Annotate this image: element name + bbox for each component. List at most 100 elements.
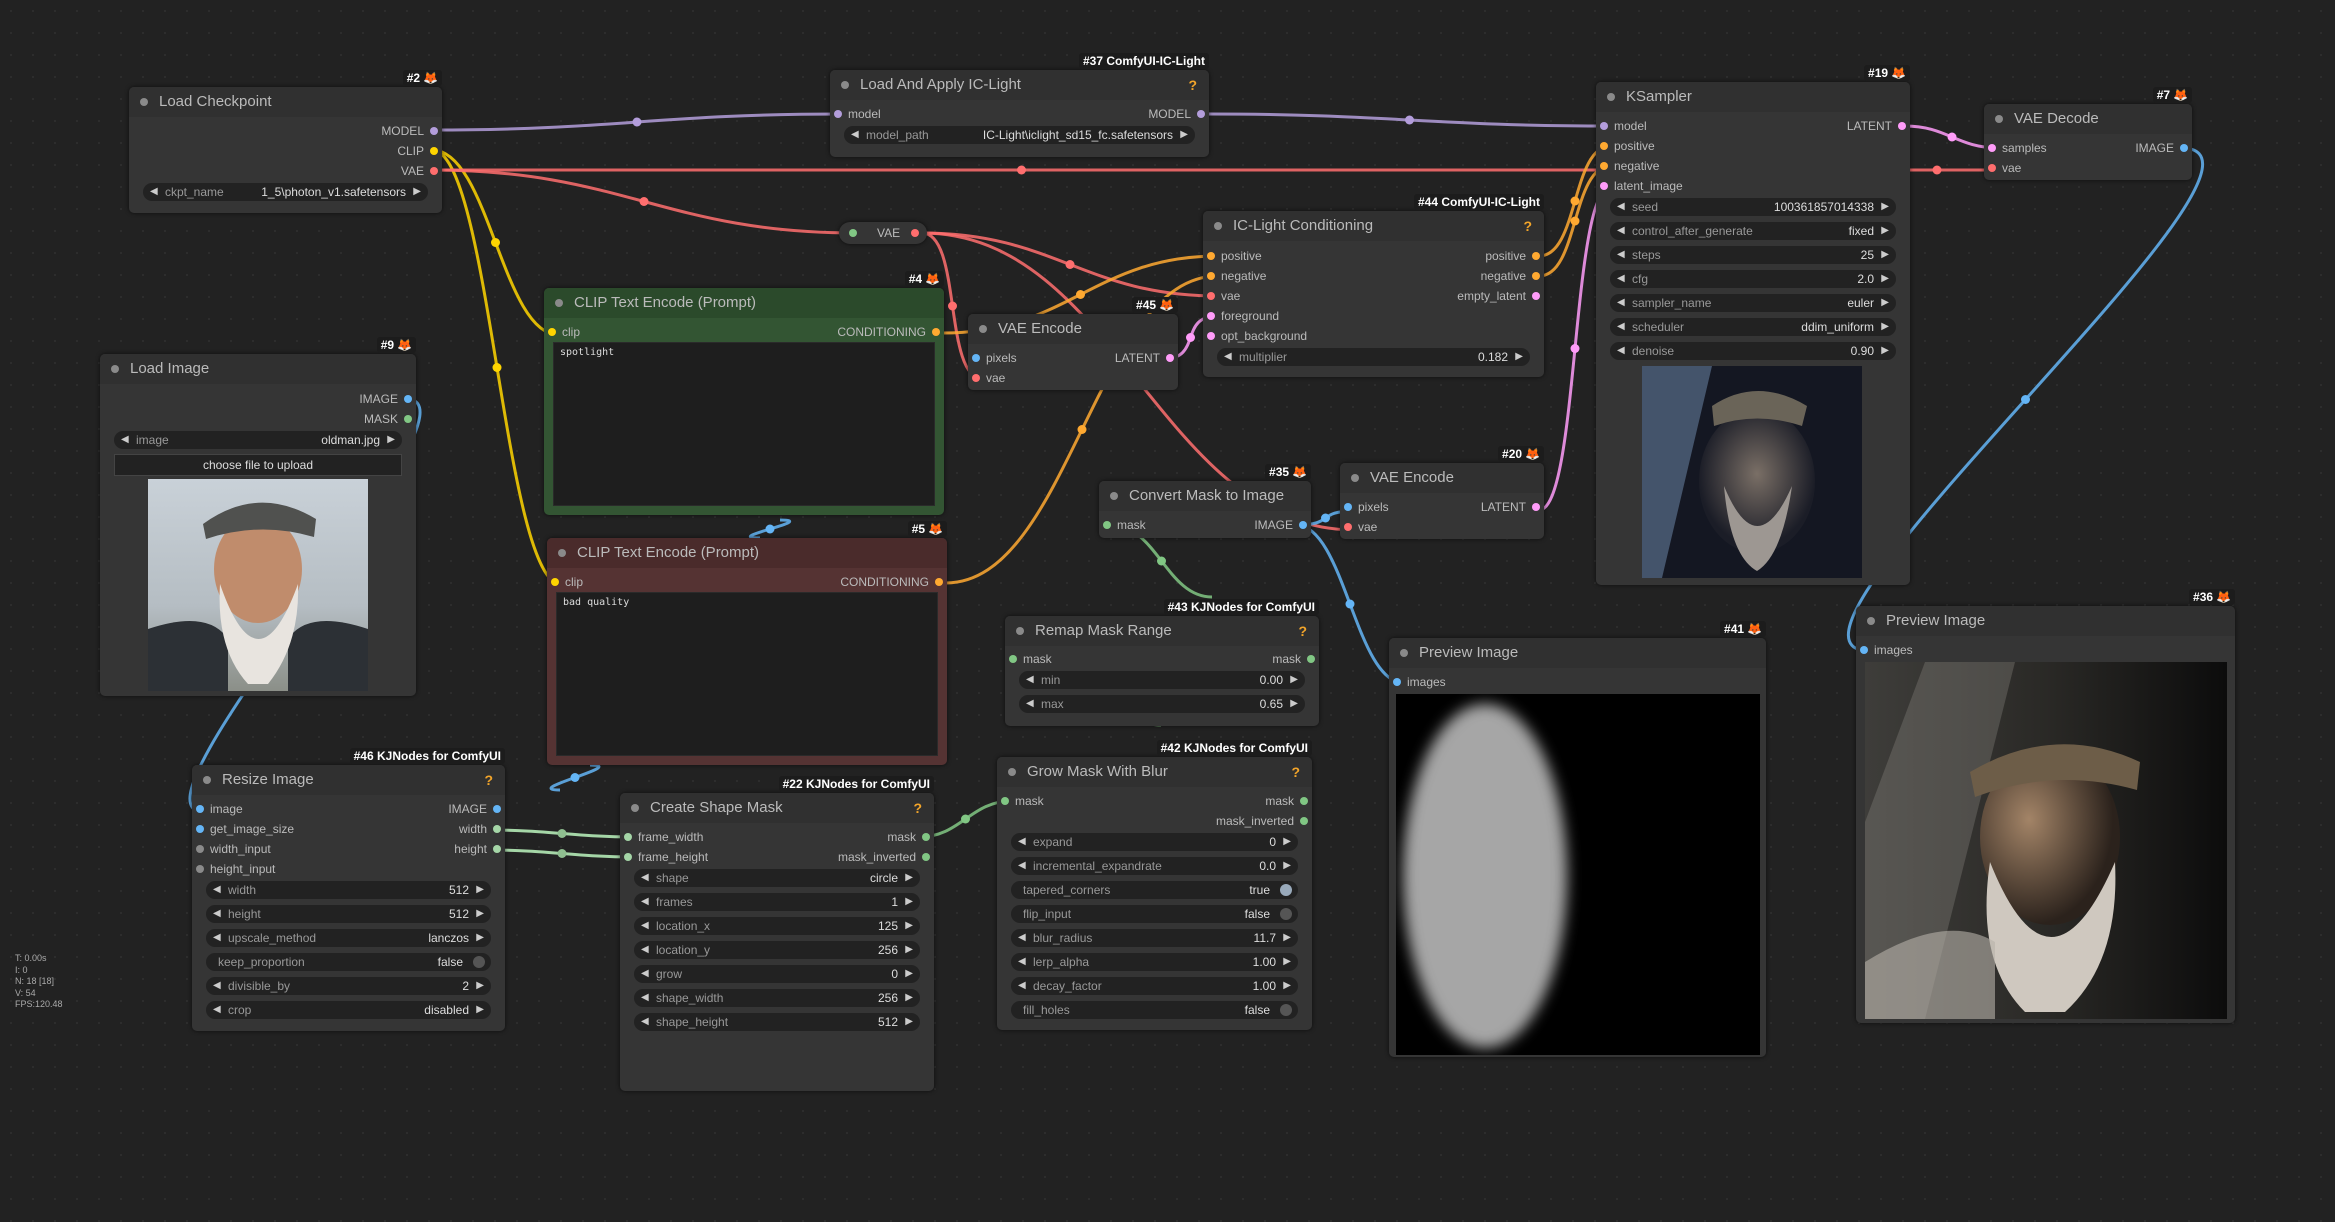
wire-midpoint[interactable]	[1076, 290, 1085, 299]
decay-factor-widget[interactable]: ◀ decay_factor 1.00 ▶	[1011, 977, 1298, 995]
node-title[interactable]: Convert Mask to Image	[1099, 481, 1311, 511]
arrow-right-icon[interactable]: ▶	[905, 1013, 913, 1031]
output-height[interactable]: height	[454, 842, 501, 856]
slot-dot[interactable]	[1207, 292, 1215, 300]
arrow-left-icon[interactable]: ◀	[213, 905, 221, 923]
wire-midpoint[interactable]	[1405, 115, 1414, 125]
input-width-input[interactable]: width_input	[196, 842, 271, 856]
toggle-knob[interactable]	[473, 956, 485, 968]
arrow-right-icon[interactable]: ▶	[905, 869, 913, 887]
slot-dot[interactable]	[1988, 144, 1996, 152]
slot-dot[interactable]	[972, 374, 980, 382]
scheduler-widget[interactable]: ◀ scheduler ddim_uniform ▶	[1610, 318, 1896, 336]
arrow-right-icon[interactable]: ▶	[905, 893, 913, 911]
load-image-node[interactable]: #9 🦊 Load Image IMAGE MASK ◀ image oldman.j…	[100, 337, 416, 696]
output-empty-latent[interactable]: empty_latent	[1457, 289, 1540, 303]
input-frame-width[interactable]: frame_width	[624, 830, 703, 844]
arrow-right-icon[interactable]: ▶	[1283, 857, 1291, 875]
output-image[interactable]: IMAGE	[448, 802, 501, 816]
arrow-right-icon[interactable]: ▶	[476, 929, 484, 947]
slot-dot[interactable]	[1300, 797, 1308, 805]
help-icon[interactable]: ?	[913, 793, 922, 823]
reroute-output-dot[interactable]	[911, 229, 919, 237]
input-negative[interactable]: negative	[1600, 159, 1659, 173]
load-checkpoint-node[interactable]: #2 🦊 Load Checkpoint MODEL CLIP VAE ◀ ckpt…	[129, 70, 442, 213]
node-title[interactable]: Load Image	[100, 354, 416, 384]
input-latent-image[interactable]: latent_image	[1600, 179, 1683, 193]
arrow-left-icon[interactable]: ◀	[213, 881, 221, 899]
input-image[interactable]: image	[196, 802, 243, 816]
arrow-left-icon[interactable]: ◀	[213, 929, 221, 947]
arrow-right-icon[interactable]: ▶	[1180, 126, 1188, 144]
arrow-left-icon[interactable]: ◀	[641, 1013, 649, 1031]
wire-midpoint[interactable]	[2021, 395, 2030, 404]
load-iclight-node[interactable]: #37 ComfyUI-IC-Light Load And Apply IC-L…	[830, 53, 1209, 157]
arrow-left-icon[interactable]: ◀	[641, 869, 649, 887]
node-title[interactable]: VAE Decode	[1984, 104, 2192, 134]
input-positive[interactable]: positive	[1207, 249, 1262, 263]
clip-text-encode-positive-node[interactable]: #4 🦊 CLIP Text Encode (Prompt) clip CONDI…	[544, 271, 944, 515]
shape-height-widget[interactable]: ◀ shape_height 512 ▶	[634, 1013, 920, 1031]
arrow-right-icon[interactable]: ▶	[1283, 977, 1291, 995]
arrow-right-icon[interactable]: ▶	[476, 1001, 484, 1019]
wire-midpoint[interactable]	[961, 814, 970, 824]
slot-dot[interactable]	[493, 805, 501, 813]
node-title[interactable]: Load And Apply IC-Light?	[830, 70, 1209, 100]
help-icon[interactable]: ?	[1523, 211, 1532, 241]
output-latent[interactable]: LATENT	[1481, 500, 1540, 514]
slot-dot[interactable]	[430, 147, 438, 155]
slot-dot[interactable]	[932, 328, 940, 336]
min-widget[interactable]: ◀ min 0.00 ▶	[1019, 671, 1305, 689]
input-height-input[interactable]: height_input	[196, 862, 275, 876]
arrow-right-icon[interactable]: ▶	[1290, 695, 1298, 713]
input-model[interactable]: model	[834, 107, 881, 121]
model-path-combo[interactable]: ◀ model_path IC-Light\iclight_sd15_fc.safe…	[844, 126, 1195, 144]
vae-encode-20-node[interactable]: #20 🦊 VAE Encode pixels vae LATENT	[1340, 446, 1544, 539]
slot-dot[interactable]	[404, 415, 412, 423]
slot-dot[interactable]	[196, 865, 204, 873]
arrow-right-icon[interactable]: ▶	[1283, 953, 1291, 971]
arrow-left-icon[interactable]: ◀	[1617, 270, 1625, 288]
expand-widget[interactable]: ◀ expand 0 ▶	[1011, 833, 1298, 851]
slot-dot[interactable]	[2180, 144, 2188, 152]
slot-dot[interactable]	[935, 578, 943, 586]
slot-dot[interactable]	[196, 805, 204, 813]
output-image[interactable]: IMAGE	[359, 392, 412, 406]
resize-image-node[interactable]: #46 KJNodes for ComfyUI Resize Image? im…	[192, 748, 505, 1031]
output-mask[interactable]: MASK	[364, 412, 412, 426]
arrow-right-icon[interactable]: ▶	[1881, 222, 1889, 240]
arrow-left-icon[interactable]: ◀	[1617, 222, 1625, 240]
slot-dot[interactable]	[430, 167, 438, 175]
output-negative[interactable]: negative	[1481, 269, 1540, 283]
slot-dot[interactable]	[1898, 122, 1906, 130]
input-pixels[interactable]: pixels	[1344, 500, 1389, 514]
vae-reroute-node[interactable]: VAE	[839, 222, 927, 244]
input-mask[interactable]: mask	[1103, 518, 1146, 532]
prompt-textarea[interactable]: spotlight	[553, 342, 935, 506]
arrow-right-icon[interactable]: ▶	[1515, 348, 1523, 366]
fill-holes-toggle[interactable]: fill_holes false	[1011, 1001, 1298, 1019]
prompt-textarea[interactable]: bad quality	[556, 592, 938, 756]
wire-midpoint[interactable]	[492, 363, 502, 372]
arrow-left-icon[interactable]: ◀	[1026, 695, 1034, 713]
arrow-right-icon[interactable]: ▶	[1283, 833, 1291, 851]
output-clip[interactable]: CLIP	[397, 144, 438, 158]
wire-midpoint[interactable]	[639, 197, 649, 206]
slot-dot[interactable]	[1600, 122, 1608, 130]
wire-midpoint[interactable]	[765, 524, 775, 534]
wire-midpoint[interactable]	[948, 301, 957, 311]
node-title[interactable]: Preview Image	[1389, 638, 1766, 668]
arrow-right-icon[interactable]: ▶	[905, 989, 913, 1007]
keep-proportion-toggle[interactable]: keep_proportion false	[206, 953, 491, 971]
max-widget[interactable]: ◀ max 0.65 ▶	[1019, 695, 1305, 713]
slot-dot[interactable]	[1299, 521, 1307, 529]
sampler-name-widget[interactable]: ◀ sampler_name euler ▶	[1610, 294, 1896, 312]
arrow-left-icon[interactable]: ◀	[641, 917, 649, 935]
slot-dot[interactable]	[404, 395, 412, 403]
input-images[interactable]: images	[1393, 675, 1446, 689]
input-mask[interactable]: mask	[1009, 652, 1052, 666]
crop-widget[interactable]: ◀ crop disabled ▶	[206, 1001, 491, 1019]
wire-midpoint[interactable]	[491, 238, 500, 247]
arrow-left-icon[interactable]: ◀	[1617, 318, 1625, 336]
output-conditioning[interactable]: CONDITIONING	[840, 575, 943, 589]
